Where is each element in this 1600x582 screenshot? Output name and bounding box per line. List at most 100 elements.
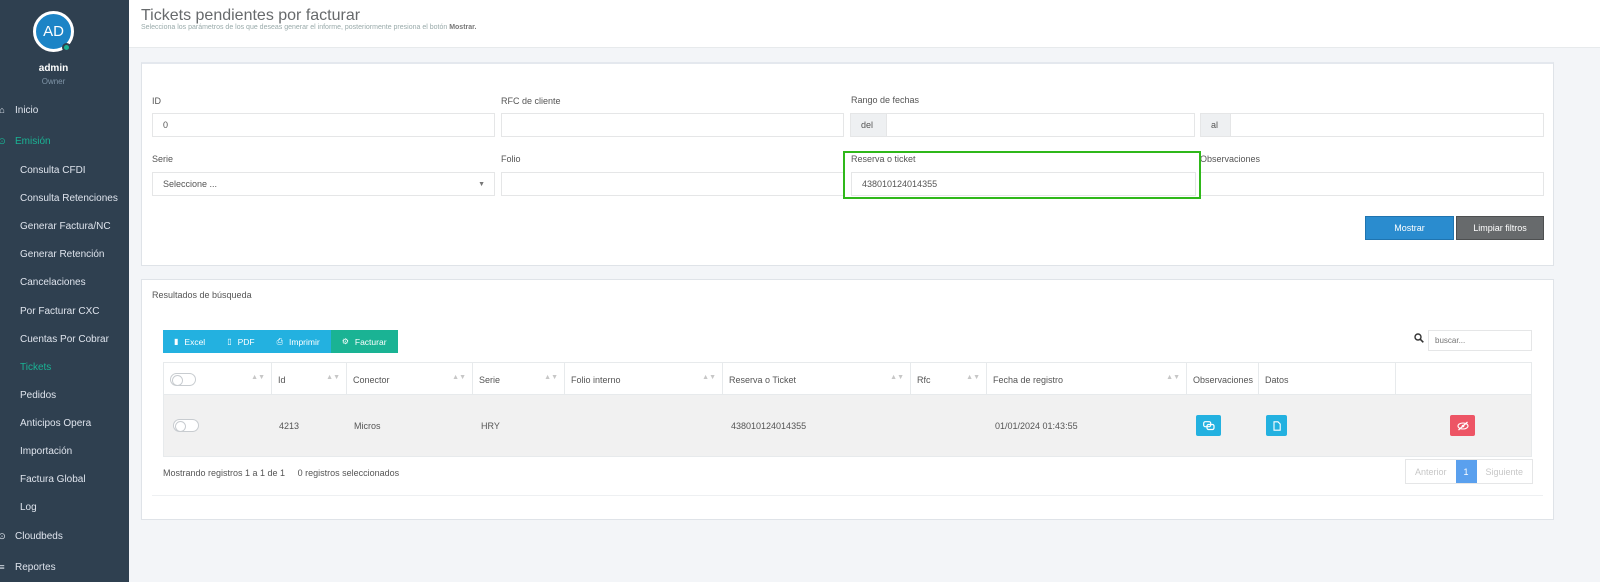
pdf-button[interactable]: ▯ PDF	[216, 330, 266, 353]
pager-page[interactable]: 1	[1455, 460, 1477, 483]
sidebar-item-label: Reportes	[15, 561, 56, 573]
selected-info: 0 registros seleccionados	[297, 468, 400, 478]
show-button[interactable]: Mostrar	[1365, 216, 1454, 240]
sort-icon[interactable]: ▲▼	[966, 374, 980, 381]
pager-next[interactable]: Siguiente	[1477, 460, 1533, 483]
cell-serie: HRY	[481, 420, 500, 431]
col-serie-label: Serie	[479, 374, 501, 385]
observaciones-input[interactable]	[1200, 172, 1544, 196]
invoice-button[interactable]: ⚙ Facturar	[330, 330, 398, 353]
col-observaciones: Observaciones	[1187, 363, 1259, 396]
id-input[interactable]: 0	[152, 113, 495, 137]
sidebar-item-tickets[interactable]: Tickets	[20, 357, 51, 377]
sort-icon[interactable]: ▲▼	[326, 374, 340, 381]
sidebar-item-consulta-cfdi[interactable]: Consulta CFDI	[20, 160, 86, 180]
page-title: Tickets pendientes por facturar	[141, 7, 361, 24]
sort-icon[interactable]: ▲▼	[890, 374, 904, 381]
sort-icon[interactable]: ▲▼	[452, 374, 466, 381]
pdf-label: PDF	[237, 336, 255, 347]
clear-filters-button[interactable]: Limpiar filtros	[1456, 216, 1544, 240]
records-info: Mostrando registros 1 a 1 de 1	[163, 468, 286, 478]
highlight-box	[843, 151, 1201, 199]
col-datos: Datos	[1259, 363, 1396, 396]
sidebar-item-generar-retencion[interactable]: Generar Retención	[20, 244, 105, 264]
sidebar-item-factura-global[interactable]: Factura Global	[20, 469, 86, 489]
file-icon[interactable]	[1266, 415, 1287, 436]
col-rfc[interactable]: Rfc ▲▼	[911, 363, 987, 396]
sidebar-item-inicio[interactable]: ⌂ Inicio	[0, 100, 38, 120]
col-folio-interno[interactable]: Folio interno ▲▼	[565, 363, 723, 396]
avatar-initials: AD	[43, 23, 64, 40]
col-fecha-label: Fecha de registro	[993, 374, 1064, 385]
sidebar-item-label: Cuentas Por Cobrar	[20, 333, 109, 345]
sidebar-item-generar-factura-nc[interactable]: Generar Factura/NC	[20, 216, 111, 236]
col-folio-interno-label: Folio interno	[571, 374, 621, 385]
home-icon: ⌂	[0, 105, 5, 115]
sidebar-item-label: Cancelaciones	[20, 276, 86, 288]
sidebar-item-por-facturar-cxc[interactable]: Por Facturar CXC	[20, 301, 99, 321]
page-subtitle-bold: Mostrar.	[449, 24, 477, 31]
sidebar-item-emision[interactable]: ⊙ Emisión	[0, 131, 51, 151]
sort-icon[interactable]: ▲▼	[1166, 374, 1180, 381]
print-button[interactable]: ⎙ Imprimir	[265, 330, 331, 353]
comments-icon[interactable]	[1196, 415, 1221, 436]
sort-icon[interactable]: ▲▼	[702, 374, 716, 381]
excel-button[interactable]: ▮ Excel	[163, 330, 217, 353]
sidebar-item-pedidos[interactable]: Pedidos	[20, 385, 56, 405]
table-row[interactable]: 4213 Micros HRY 438010124014355 01/01/20…	[163, 395, 1532, 457]
pagination: Anterior 1 Siguiente	[1405, 459, 1534, 484]
sort-icon[interactable]: ▲▼	[251, 374, 265, 381]
col-datos-label: Datos	[1265, 374, 1289, 385]
sidebar-item-consulta-retenciones[interactable]: Consulta Retenciones	[20, 188, 118, 208]
cell-folio-interno	[565, 395, 723, 456]
sidebar-item-log[interactable]: Log	[20, 497, 37, 517]
sidebar-item-anticipos-opera[interactable]: Anticipos Opera	[20, 413, 91, 433]
cell-id: 4213	[279, 420, 300, 431]
folio-label: Folio	[501, 154, 521, 164]
search-icon	[1414, 333, 1424, 346]
cell-conector: Micros	[354, 420, 381, 431]
chevron-down-icon: ▼	[478, 181, 485, 188]
col-id[interactable]: Id ▲▼	[272, 363, 347, 396]
sidebar-item-importacion[interactable]: Importación	[20, 441, 72, 461]
sidebar: AD admin Owner ⌂ Inicio ⊙ Emisión Consulta C…	[0, 0, 129, 582]
rfc-input[interactable]	[501, 113, 844, 137]
user-name[interactable]: admin	[0, 63, 107, 74]
sidebar-item-cloudbeds[interactable]: ⊙ Cloudbeds	[0, 526, 63, 546]
circle-arrow-icon: ⊙	[0, 530, 6, 541]
user-role: Owner	[41, 77, 66, 86]
invoice-label: Facturar	[354, 336, 387, 347]
search-input[interactable]	[1428, 330, 1532, 351]
date-range-label: Rango de fechas	[851, 95, 920, 105]
file-icon: ▮	[174, 337, 179, 346]
sidebar-item-label: Por Facturar CXC	[20, 305, 100, 317]
sidebar-item-cuentas-por-cobrar[interactable]: Cuentas Por Cobrar	[20, 329, 109, 349]
sidebar-item-label: Emisión	[15, 135, 51, 147]
file-icon: ▯	[227, 337, 232, 346]
select-all-header[interactable]: ▲▼	[164, 363, 272, 396]
sidebar-item-cancelaciones[interactable]: Cancelaciones	[20, 272, 86, 292]
sidebar-item-label: Consulta CFDI	[20, 164, 86, 176]
sidebar-item-label: Pedidos	[20, 389, 57, 401]
folio-input[interactable]	[501, 172, 844, 196]
col-conector[interactable]: Conector ▲▼	[347, 363, 473, 396]
col-id-label: Id	[278, 374, 286, 385]
col-serie[interactable]: Serie ▲▼	[473, 363, 565, 396]
select-all-toggle[interactable]	[170, 373, 196, 386]
eye-slash-icon[interactable]	[1450, 415, 1475, 436]
col-fecha[interactable]: Fecha de registro ▲▼	[987, 363, 1187, 396]
date-from-input[interactable]	[886, 113, 1195, 137]
col-reserva[interactable]: Reserva o Ticket ▲▼	[723, 363, 911, 396]
serie-select[interactable]: Seleccione ... ▼	[152, 172, 495, 196]
list-icon: ≡	[0, 562, 5, 572]
print-icon: ⎙	[276, 336, 284, 346]
cell-observaciones	[1187, 395, 1259, 456]
row-select-toggle[interactable]	[173, 419, 199, 432]
table-info: Mostrando registros 1 a 1 de 1 0 registr…	[163, 468, 399, 478]
sort-icon[interactable]: ▲▼	[544, 374, 558, 381]
pager-prev[interactable]: Anterior	[1406, 460, 1456, 483]
serie-select-value: Seleccione ...	[163, 179, 218, 189]
sidebar-item-reportes[interactable]: ≡ Reportes	[0, 557, 56, 577]
date-to-input[interactable]	[1230, 113, 1544, 137]
filters-panel: ID 0 RFC de cliente Rango de fechas del …	[141, 62, 1554, 266]
